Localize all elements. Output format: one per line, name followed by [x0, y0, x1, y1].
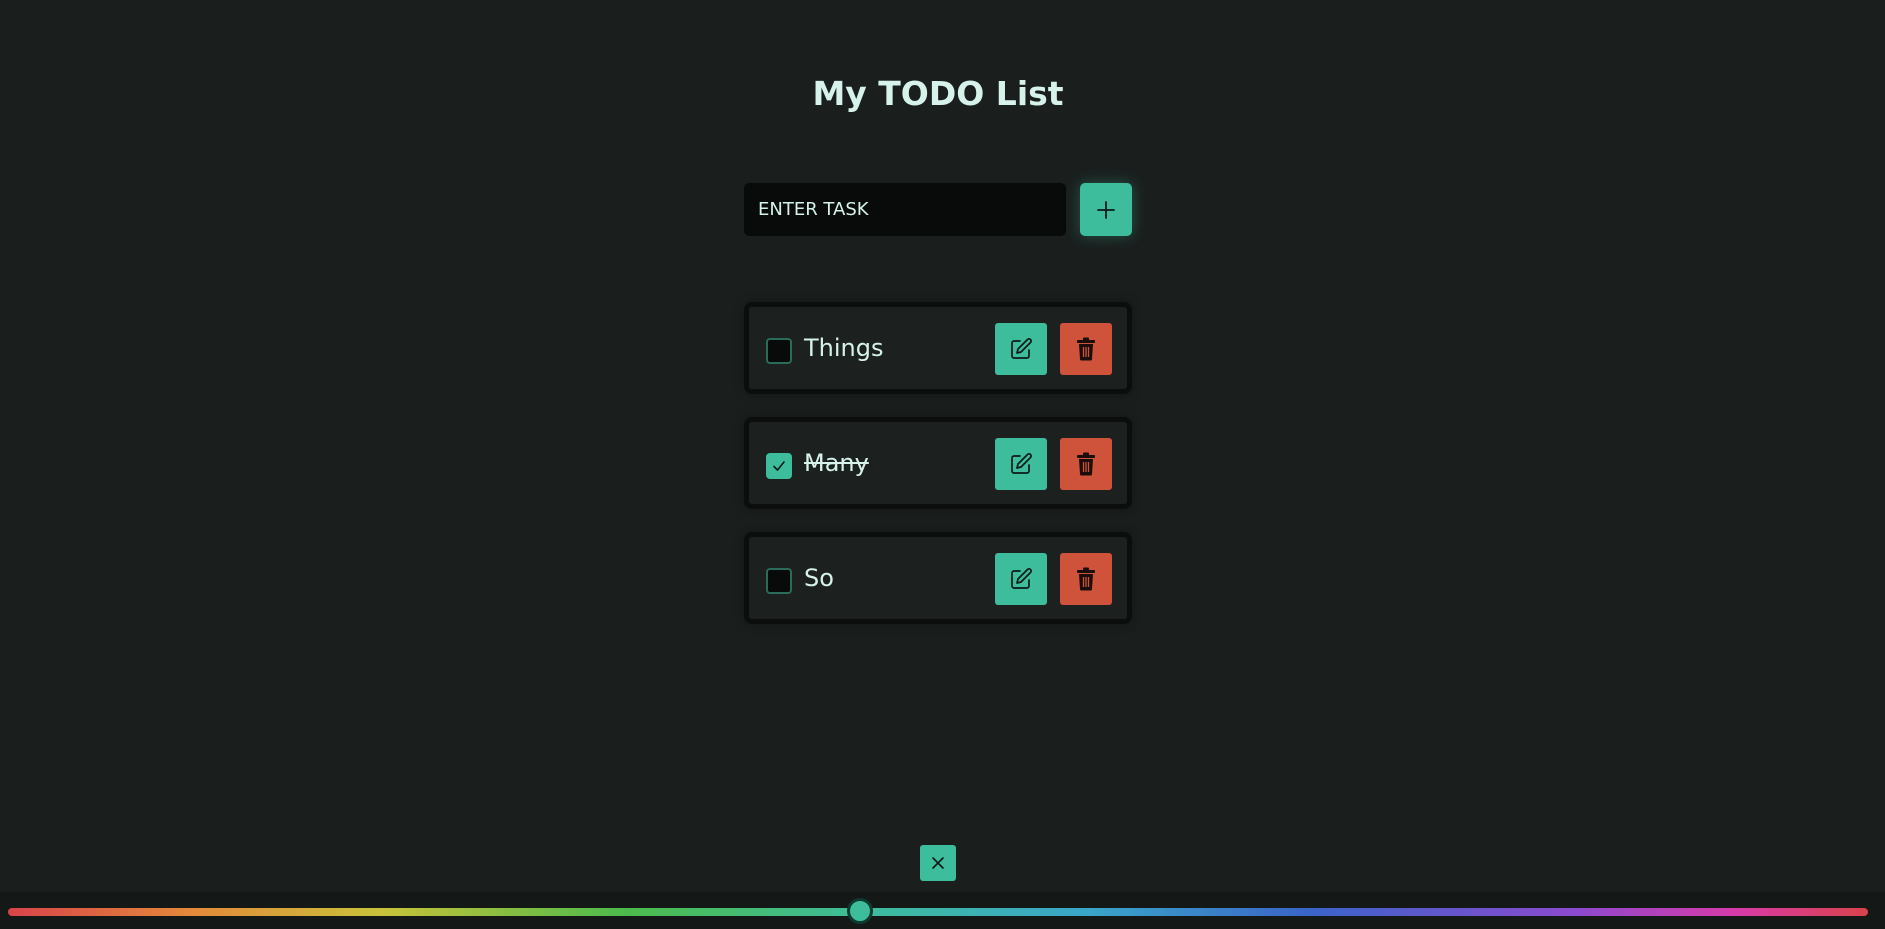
todo-item: Many — [744, 417, 1132, 509]
todo-checkbox[interactable] — [766, 338, 792, 364]
pencil-square-icon — [1011, 338, 1032, 359]
todo-checkbox[interactable] — [766, 568, 792, 594]
checkmark-icon — [773, 461, 785, 471]
delete-button[interactable] — [1060, 323, 1112, 375]
pencil-square-icon — [1011, 568, 1032, 589]
add-task-button[interactable] — [1080, 183, 1132, 236]
delete-button[interactable] — [1060, 438, 1112, 490]
hue-slider-track[interactable] — [8, 908, 1868, 916]
todo-text: Many — [804, 449, 869, 477]
edit-button[interactable] — [995, 438, 1047, 490]
hue-slider-thumb[interactable] — [846, 898, 873, 924]
todo-item: So — [744, 532, 1132, 624]
task-input[interactable] — [744, 183, 1066, 236]
todo-item: Things — [744, 302, 1132, 394]
plus-icon — [1097, 200, 1115, 219]
todo-text: Things — [804, 334, 884, 362]
edit-button[interactable] — [995, 553, 1047, 605]
close-button[interactable] — [920, 845, 956, 881]
page-title: My TODO List — [812, 74, 1064, 113]
pencil-square-icon — [1011, 453, 1032, 474]
app-root: My TODO List Things — [0, 0, 1885, 929]
todo-text: So — [804, 564, 834, 592]
todo-checkbox[interactable] — [766, 453, 792, 479]
trash-icon — [1077, 452, 1095, 476]
delete-button[interactable] — [1060, 553, 1112, 605]
trash-icon — [1077, 567, 1095, 591]
edit-button[interactable] — [995, 323, 1047, 375]
trash-icon — [1077, 337, 1095, 361]
close-icon — [932, 857, 944, 869]
